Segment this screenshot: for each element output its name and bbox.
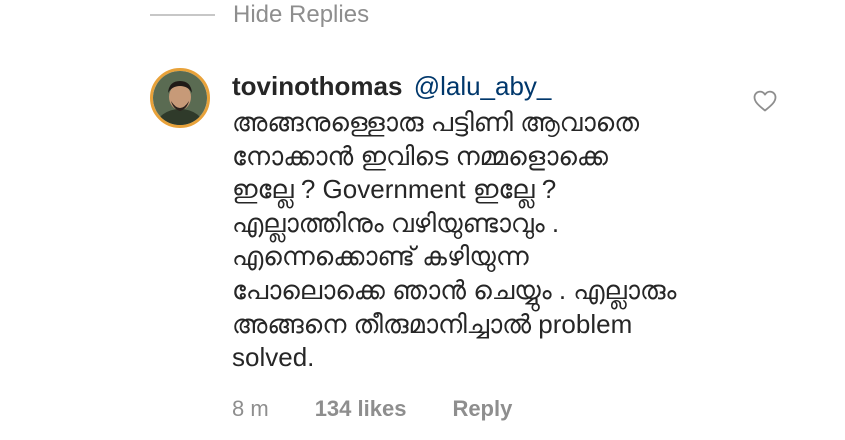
comment-text-line: solved.: [232, 342, 315, 373]
comment-username[interactable]: tovinothomas: [232, 71, 402, 101]
thread-divider-line: [150, 14, 215, 16]
comment-text-line: ഇല്ലേ ? Government ഇല്ലേ ?: [232, 174, 557, 205]
comment-timestamp: 8 m: [232, 396, 269, 421]
comment-text-line: എല്ലാത്തിനും വഴിയുണ്ടാവും .: [232, 207, 560, 238]
comment-text-line: അങ്ങനെ തീരുമാനിച്ചാൽ problem: [232, 308, 633, 339]
comment-text-line: പോലൊക്കെ ഞാൻ ചെയ്യും . എല്ലാരും: [232, 274, 677, 305]
hide-replies-label[interactable]: Hide Replies: [233, 1, 369, 29]
comment-header: tovinothomas @lalu_aby_: [232, 68, 732, 104]
comment-text-line: എന്നെക്കൊണ്ട് കഴിയുന്ന: [232, 241, 529, 272]
profile-photo-image: [153, 71, 207, 125]
hide-replies-toggle[interactable]: Hide Replies: [150, 0, 369, 30]
comment-text-line: നോക്കാൻ ഇവിടെ നമ്മളൊക്കെ: [232, 140, 608, 171]
comment-text-line: അങ്ങനുള്ളൊരു പട്ടിണി ആവാതെ: [232, 107, 640, 137]
comment-meta: 8 m 134 likes Reply: [232, 392, 512, 426]
avatar[interactable]: [150, 68, 210, 128]
heart-icon[interactable]: [753, 90, 777, 112]
comment-text: അങ്ങനുള്ളൊരു പട്ടിണി ആവാതെ നോക്കാൻ ഇവിടെ…: [232, 106, 732, 375]
comment-likes-count[interactable]: 134 likes: [315, 396, 407, 422]
comment: tovinothomas @lalu_aby_ അങ്ങനുള്ളൊരു പട്…: [232, 68, 732, 375]
reply-button[interactable]: Reply: [452, 396, 512, 422]
comment-mention[interactable]: @lalu_aby_: [414, 71, 552, 101]
